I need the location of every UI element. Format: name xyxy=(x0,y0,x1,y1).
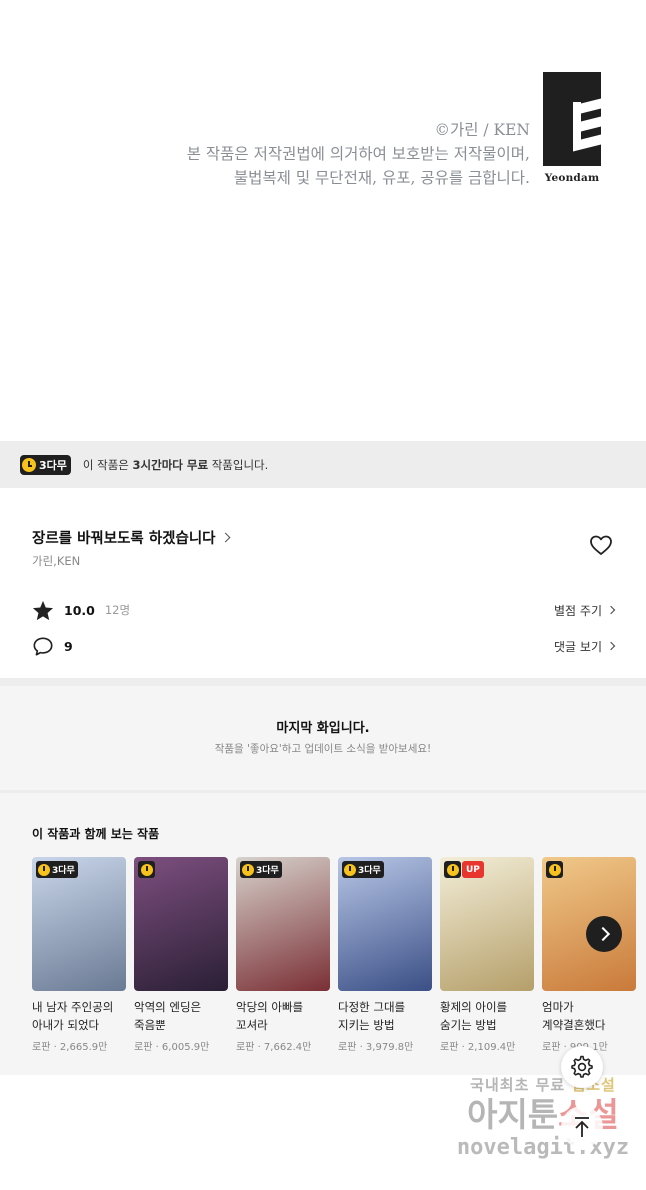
recommendation-card[interactable]: 엄마가 계약결혼했다로판 · 909.1만 xyxy=(542,857,636,1053)
heart-icon xyxy=(590,535,612,555)
clock-icon xyxy=(38,863,50,876)
work-title: 장르를 바꿔보도록 하겠습니다 xyxy=(32,531,216,547)
like-button[interactable] xyxy=(589,534,613,556)
last-episode-subtitle: 작품을 '좋아요'하고 업데이트 소식을 받아보세요! xyxy=(214,743,432,755)
copyright-section: ©가린 / KEN 본 작품은 저작권법에 의거하여 보호받는 저작물이며, 불… xyxy=(0,0,646,441)
watermark: 국내최초 무료 웹소설 아지툰소설 novelagit.xyz xyxy=(443,1074,643,1161)
clock-icon xyxy=(140,863,153,876)
recommendations-section: 이 작품과 함께 보는 작품 3다무내 남자 주인공의 아내가 되었다로판 · … xyxy=(0,793,646,1075)
clock-icon xyxy=(22,457,36,472)
cover-image: 3다무 xyxy=(32,857,126,991)
last-episode-notice: 마지막 화입니다. 작품을 '좋아요'하고 업데이트 소식을 받아보세요! xyxy=(0,686,646,790)
cover-image: 3다무 xyxy=(236,857,330,991)
free-badge-label: 3다무 xyxy=(52,866,75,876)
settings-icon xyxy=(571,1055,593,1078)
cover-image xyxy=(134,857,228,991)
view-comments-label: 댓글 보기 xyxy=(554,639,602,654)
recommendation-carousel: 3다무 내 남자 주인공의 아내가 되었다 로판 · 2,665.9만 악역의 엔딩은… xyxy=(32,857,646,1067)
watermark-brand-a: 아지툰 xyxy=(467,1095,559,1134)
up-badge: UP xyxy=(462,861,484,878)
last-episode-title: 마지막 화입니다. xyxy=(276,721,370,736)
card-title: 악역의 엔딩은 죽음뿐 xyxy=(134,1000,202,1032)
watermark-line-1: 국내최초 무료 웹소설 xyxy=(443,1074,643,1095)
copyright-line-2: 불법복제 및 무단전재, 유포, 공유를 금합니다. xyxy=(233,169,530,187)
card-meta: 로판 · 2,665.9만 xyxy=(32,1042,108,1053)
cover-image: UP xyxy=(440,857,534,991)
comment-icon xyxy=(33,636,53,656)
comment-row: 9 댓글 보기 xyxy=(32,634,616,658)
divider xyxy=(0,678,646,686)
free-notice-bar: 3다무 이 작품은 3시간마다 무료 작품입니다. xyxy=(0,441,646,488)
star-icon xyxy=(32,600,54,620)
yeondam-logo-mark xyxy=(543,72,601,166)
card-title: 황제의 아이를 숨기는 방법 xyxy=(440,1000,508,1032)
clock-icon xyxy=(344,863,356,876)
free-badge: 3다무 xyxy=(240,861,282,878)
view-comments-button[interactable]: 댓글 보기 xyxy=(554,638,616,655)
cover-image: 3다무 xyxy=(338,857,432,991)
card-meta: 로판 · 7,662.4만 xyxy=(236,1042,312,1053)
work-authors: 가린,KEN xyxy=(32,554,81,568)
recommendation-card[interactable]: 3다무내 남자 주인공의 아내가 되었다로판 · 2,665.9만 xyxy=(32,857,126,1053)
rating-value: 10.0 xyxy=(64,602,95,618)
clock-badge xyxy=(546,861,563,878)
clock-badge xyxy=(444,861,461,878)
rate-button[interactable]: 별점 주기 xyxy=(554,602,616,619)
copyright-line-1: 본 작품은 저작권법에 의거하여 보호받는 저작물이며, xyxy=(186,145,530,163)
free-text-pre: 이 작품은 xyxy=(82,457,133,472)
watermark-line-2: 아지툰소설 xyxy=(443,1095,643,1135)
clock-icon xyxy=(446,863,459,876)
card-title: 악당의 아빠를 꼬셔라 xyxy=(236,1000,304,1032)
copyright-notice: ©가린 / KEN 본 작품은 저작권법에 의거하여 보호받는 저작물이며, 불… xyxy=(187,118,530,190)
work-title-link[interactable]: 장르를 바꿔보도록 하겠습니다 xyxy=(32,527,230,548)
rate-button-label: 별점 주기 xyxy=(554,603,602,618)
chevron-right-icon xyxy=(606,605,616,615)
publisher-logo: Yeondam xyxy=(543,72,601,184)
free-badge-label: 3다무 xyxy=(39,458,67,472)
free-notice-text: 이 작품은 3시간마다 무료 작품입니다. xyxy=(83,457,268,473)
recommendations-title: 이 작품과 함께 보는 작품 xyxy=(32,827,160,841)
card-meta: 로판 · 6,005.9만 xyxy=(134,1042,210,1053)
recommendation-card[interactable]: 3다무악당의 아빠를 꼬셔라로판 · 7,662.4만 xyxy=(236,857,330,1053)
clock-badge xyxy=(138,861,155,878)
card-title: 내 남자 주인공의 아내가 되었다 xyxy=(32,1000,114,1032)
rating-row: 10.0 12명 별점 주기 xyxy=(32,598,616,622)
free-badge: 3다무 xyxy=(20,454,71,475)
free-text-post: 작품입니다. xyxy=(208,457,269,472)
recommendation-card[interactable]: 3다무다정한 그대를 지키는 방법로판 · 3,979.8만 xyxy=(338,857,432,1053)
copyright-holder: ©가린 / KEN xyxy=(434,121,530,139)
card-meta: 로판 · 2,109.4만 xyxy=(440,1042,516,1053)
settings-button[interactable] xyxy=(561,1046,603,1088)
logo-text: Yeondam xyxy=(544,172,600,184)
arrow-up-icon xyxy=(575,1117,589,1137)
clock-icon xyxy=(548,863,561,876)
watermark-text-a: 국내최초 무료 xyxy=(470,1076,572,1094)
rating-count: 12명 xyxy=(104,603,131,617)
card-meta: 로판 · 3,979.8만 xyxy=(338,1042,414,1053)
watermark-url: novelagit.xyz xyxy=(456,1135,630,1160)
chevron-right-icon xyxy=(606,641,616,651)
comment-count: 9 xyxy=(64,638,73,654)
free-badge: 3다무 xyxy=(342,861,384,878)
card-title: 엄마가 계약결혼했다 xyxy=(542,1000,606,1032)
scroll-top-button[interactable] xyxy=(561,1106,603,1148)
free-text-bold: 3시간마다 무료 xyxy=(132,457,209,472)
clock-icon xyxy=(242,863,254,876)
free-badge-label: 3다무 xyxy=(256,866,279,876)
chevron-right-icon xyxy=(220,532,230,543)
recommendation-card[interactable]: UP 황제의 아이를 숨기는 방법로판 · 2,109.4만 xyxy=(440,857,534,1053)
recommendation-card[interactable]: 악역의 엔딩은 죽음뿐로판 · 6,005.9만 xyxy=(134,857,228,1053)
free-badge-label: 3다무 xyxy=(358,866,381,876)
work-info: 장르를 바꿔보도록 하겠습니다 가린,KEN 10.0 12명 별점 주기 9 … xyxy=(0,488,646,678)
free-badge: 3다무 xyxy=(36,861,78,878)
card-title: 다정한 그대를 지키는 방법 xyxy=(338,1000,406,1032)
carousel-next-button[interactable] xyxy=(586,916,622,952)
